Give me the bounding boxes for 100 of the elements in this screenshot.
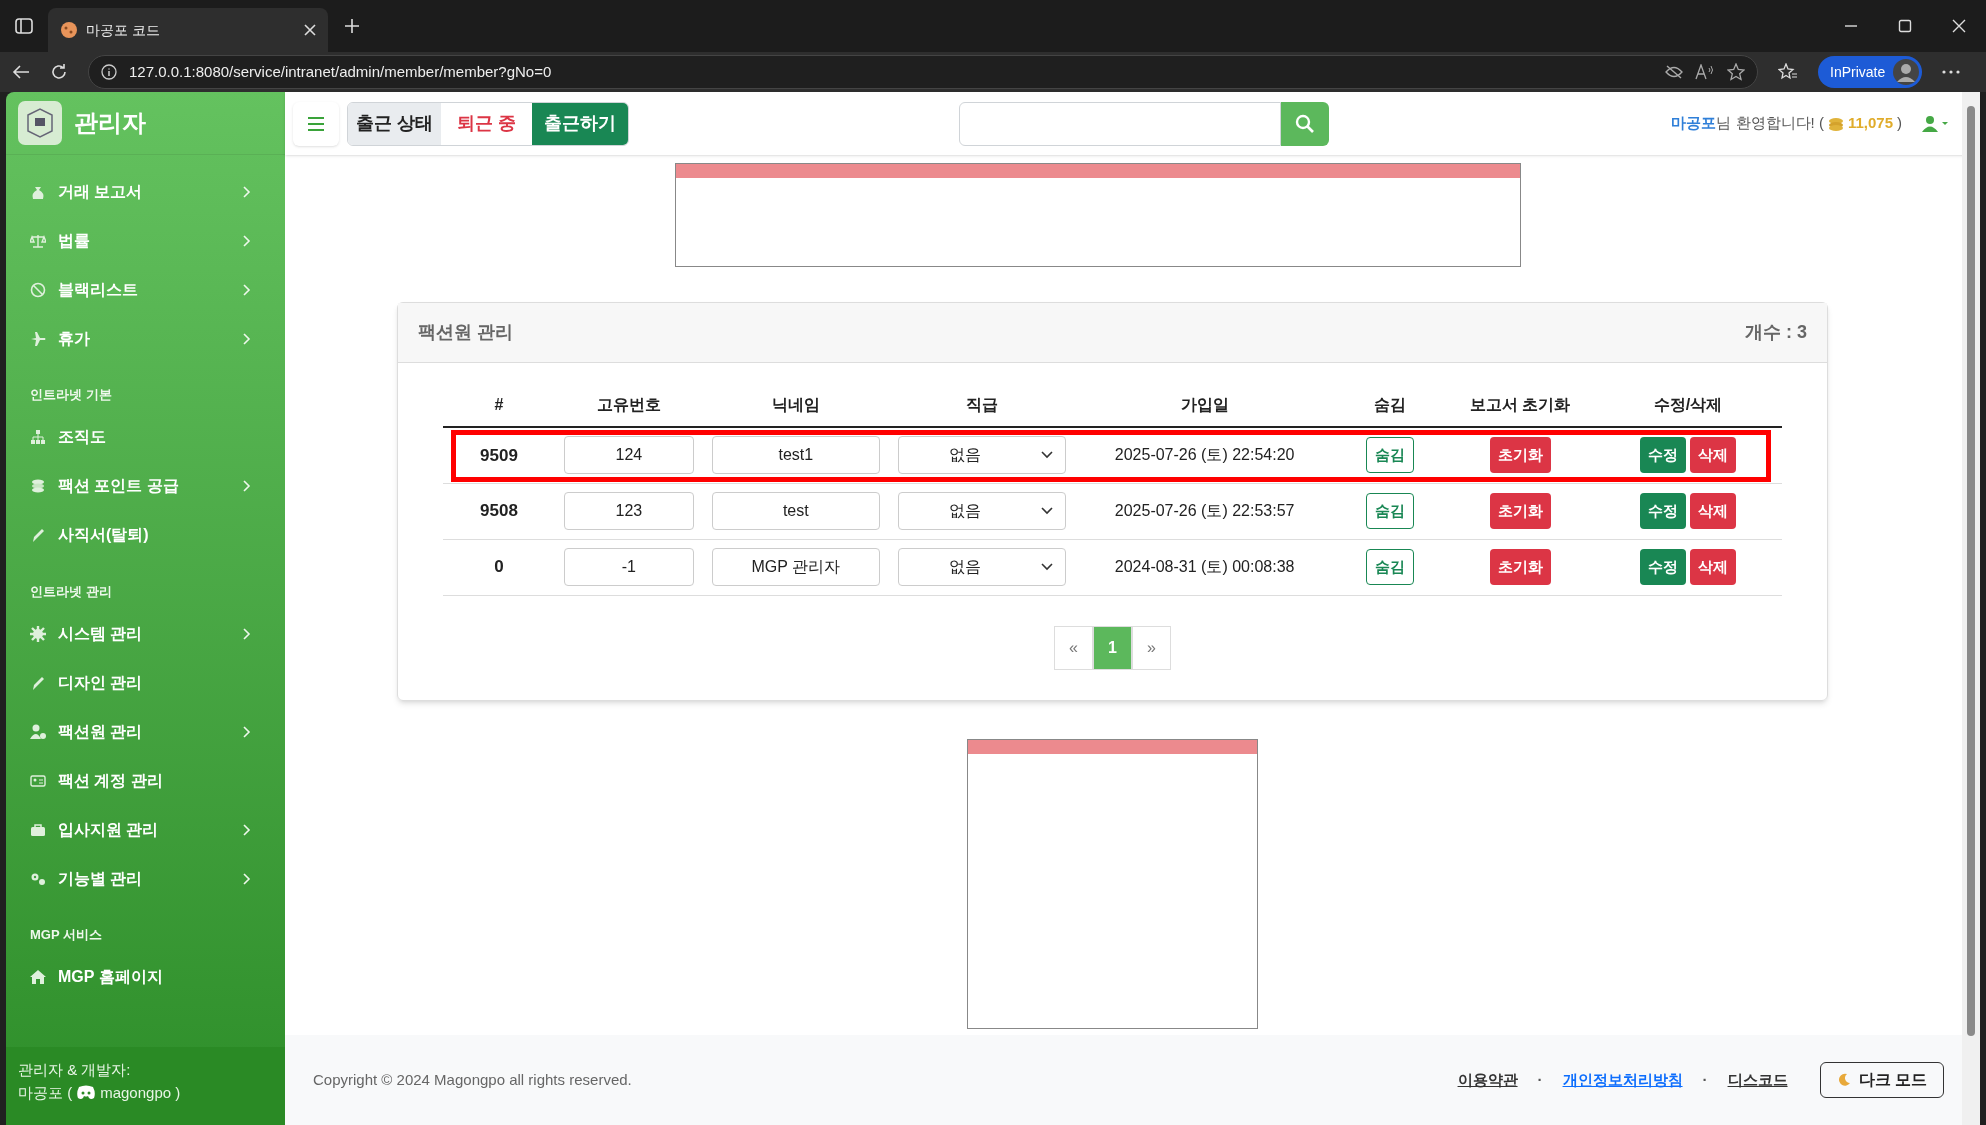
- sidebar-item[interactable]: 팩션 계정 관리: [6, 756, 275, 805]
- copyright-text: Copyright © 2024 Magongpo all rights reserved.: [313, 1069, 633, 1090]
- sidebar-item[interactable]: 입사지원 관리: [6, 805, 275, 854]
- welcome-text: 마공포님 환영합니다! (: [1671, 113, 1824, 134]
- separator-dot: ·: [1537, 1069, 1543, 1090]
- column-header: 숨김: [1334, 383, 1447, 427]
- sidebar-item[interactable]: 시스템 관리: [6, 609, 275, 658]
- sidebar-item[interactable]: 휴가: [6, 314, 275, 363]
- table-cell: 2024-08-31 (토) 00:08:38: [1114, 558, 1295, 575]
- sidebar-item[interactable]: 블랙리스트: [6, 265, 275, 314]
- input-field[interactable]: -1: [563, 548, 694, 586]
- sitemap-icon: [30, 429, 46, 445]
- sidebar-item[interactable]: 디자인 관리: [6, 658, 275, 707]
- discord-icon: [76, 1085, 97, 1101]
- sidebar-item[interactable]: 법률: [6, 216, 275, 265]
- table-cell: 2025-07-26 (토) 22:54:20: [1114, 446, 1295, 464]
- page-button[interactable]: 1: [1093, 625, 1132, 670]
- logo-icon: [18, 101, 62, 145]
- back-icon[interactable]: [12, 64, 30, 80]
- read-aloud-icon[interactable]: [1695, 64, 1715, 80]
- hide-button[interactable]: 숨김: [1366, 493, 1415, 529]
- hide-button[interactable]: 숨김: [1366, 549, 1415, 585]
- rank-dropdown[interactable]: 없음: [897, 548, 1066, 586]
- favorites-icon[interactable]: [1778, 63, 1798, 81]
- plus-icon[interactable]: [344, 18, 360, 34]
- page-button[interactable]: «: [1054, 625, 1093, 670]
- points-bracket: ): [1897, 113, 1902, 134]
- sidebar-item[interactable]: 팩션원 관리: [6, 707, 275, 756]
- page-button[interactable]: »: [1132, 625, 1171, 670]
- column-header: 가입일: [1074, 383, 1335, 427]
- close-icon[interactable]: [1952, 19, 1966, 33]
- sidebar-item[interactable]: 조직도: [6, 412, 275, 462]
- delete-button[interactable]: 삭제: [1690, 437, 1737, 474]
- browser-tab[interactable]: 마공포 코드: [48, 8, 328, 52]
- input-field[interactable]: test1: [711, 436, 880, 475]
- inprivate-badge[interactable]: InPrivate: [1818, 56, 1923, 88]
- avatar-icon: [1893, 59, 1920, 85]
- sidebar-title: 관리자: [74, 108, 146, 138]
- reset-button[interactable]: 초기화: [1489, 493, 1551, 529]
- delete-button[interactable]: 삭제: [1690, 493, 1737, 529]
- footer-link[interactable]: 디스코드: [1727, 1068, 1788, 1092]
- edit-button[interactable]: 수정: [1640, 549, 1687, 585]
- points-text: 11,075: [1847, 113, 1893, 134]
- separator-dot: ·: [1702, 1069, 1708, 1090]
- pen-icon: [30, 527, 46, 543]
- edit-button[interactable]: 수정: [1640, 437, 1687, 474]
- section-heading: 인트라넷 관리: [29, 582, 113, 601]
- tab-panel-icon[interactable]: [15, 18, 33, 34]
- reset-button[interactable]: 초기화: [1489, 437, 1551, 474]
- delete-button[interactable]: 삭제: [1690, 549, 1737, 585]
- column-header: 수정/삭제: [1594, 383, 1782, 427]
- column-header: 고유번호: [554, 383, 703, 427]
- eye-slash-icon[interactable]: [1665, 65, 1683, 79]
- ban-icon: [30, 281, 46, 298]
- section-heading: MGP 서비스: [29, 926, 103, 944]
- edit-button[interactable]: 수정: [1640, 493, 1687, 529]
- scale-icon: [30, 232, 46, 249]
- status-label: 출근 상태: [348, 102, 441, 145]
- table-cell: 9508: [480, 501, 518, 521]
- rank-dropdown[interactable]: 없음: [897, 492, 1066, 530]
- id-card-icon: [30, 772, 46, 789]
- menu-icon: [307, 116, 325, 131]
- sidebar-item[interactable]: 사직서(탈퇴): [6, 510, 275, 560]
- star-icon[interactable]: [1727, 63, 1745, 81]
- table-cell: 0: [494, 557, 504, 577]
- sidebar-item[interactable]: 기능별 관리: [6, 854, 275, 903]
- input-field[interactable]: test: [711, 492, 880, 530]
- footer-link[interactable]: 개인정보처리방침: [1562, 1068, 1683, 1092]
- user-icon[interactable]: [1922, 115, 1948, 132]
- search-field[interactable]: [959, 101, 1282, 146]
- check-in-button[interactable]: 출근하기: [532, 102, 629, 145]
- footer-link[interactable]: 이용약관: [1457, 1068, 1518, 1092]
- coins-icon: [1827, 116, 1844, 131]
- more-icon[interactable]: [1942, 70, 1961, 74]
- sidebar-item[interactable]: MGP 홈페이지: [6, 952, 275, 1002]
- user-gear-icon: [30, 723, 46, 740]
- close-icon[interactable]: [304, 24, 316, 36]
- sidebar-item[interactable]: 거래 보고서: [6, 167, 275, 216]
- info-icon[interactable]: [101, 64, 117, 80]
- reload-icon[interactable]: [50, 63, 68, 81]
- chevron-down-icon: [1040, 451, 1053, 460]
- developer-handle: magongpo ): [100, 1082, 181, 1103]
- hide-button[interactable]: 숨김: [1366, 437, 1415, 474]
- developer-name: 마공포 (: [18, 1082, 73, 1103]
- input-field[interactable]: MGP 관리자: [711, 548, 880, 586]
- rank-dropdown[interactable]: 없음: [897, 436, 1066, 475]
- chevron-down-icon: [1040, 563, 1053, 571]
- menu-button[interactable]: [293, 101, 339, 146]
- input-field[interactable]: 124: [563, 436, 694, 475]
- scrollbar[interactable]: [1962, 92, 1980, 1125]
- input-field[interactable]: 123: [563, 492, 694, 530]
- maximize-icon[interactable]: [1898, 19, 1912, 33]
- sidebar-item[interactable]: 팩션 포인트 공급: [6, 461, 275, 511]
- developer-label: 관리자 & 개발자:: [18, 1060, 132, 1080]
- column-header: 직급: [888, 383, 1075, 427]
- reset-button[interactable]: 초기화: [1489, 549, 1551, 585]
- column-header: #: [443, 383, 555, 427]
- dark-mode-button[interactable]: 다크 모드: [1819, 1062, 1944, 1098]
- address-bar[interactable]: 127.0.0.1:8080/service/intranet/admin/member/member?gNo=0: [88, 55, 1758, 89]
- moon-icon: [1836, 1073, 1851, 1087]
